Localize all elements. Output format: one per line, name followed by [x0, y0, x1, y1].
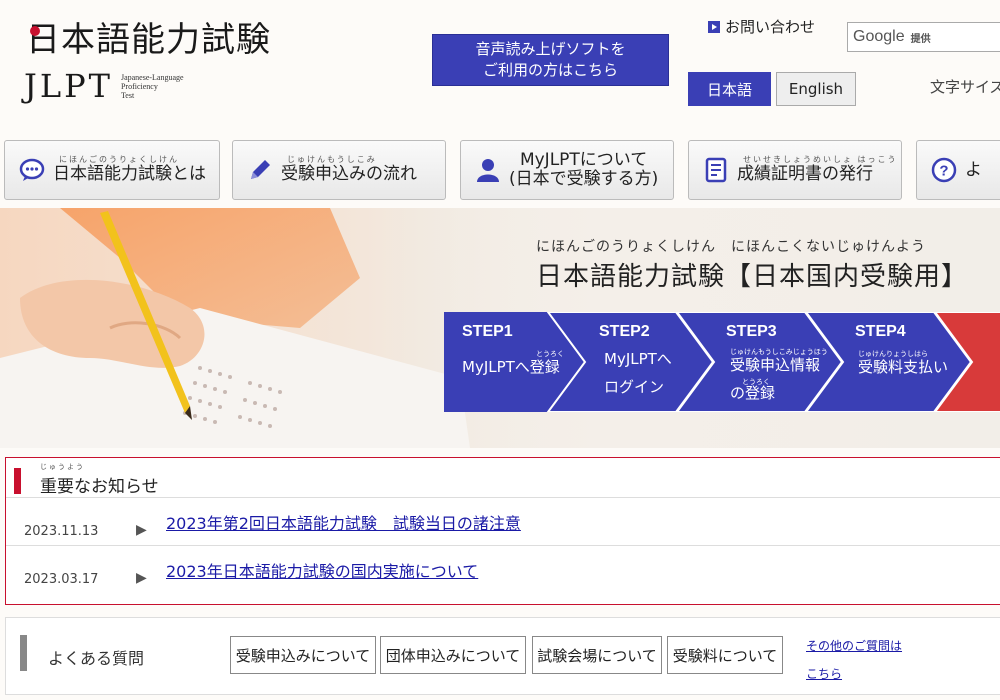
logo-title: 日本語能力試験: [26, 20, 271, 60]
nav-label-sub: (日本で受験する方): [509, 169, 659, 189]
site-logo[interactable]: 日本語能力試験 JLPT Japanese-Language Proficien…: [24, 12, 271, 105]
logo-red-dot: [30, 26, 40, 36]
tts-software-button[interactable]: 音声読み上げソフトを ご利用の方はこちら: [432, 34, 669, 86]
step-text: 受験申込情報: [730, 356, 820, 374]
notices-ruby: じゅうよう: [40, 463, 85, 471]
faq-application-button[interactable]: 受験申込みについて: [230, 636, 376, 674]
faq-more-line1: その他のご質問は: [806, 639, 903, 653]
step-ruby: じゅけんりょうしはら: [858, 350, 928, 358]
google-logo-text: Google: [853, 28, 905, 45]
notice-item: 2023.11.13 ▶ 2023年第2回日本語能力試験 試験当日の諸注意: [6, 498, 1000, 546]
application-steps: STEP1 とうろく MyJLPTへ登録 STEP2 MyJLPTへ ログイン …: [444, 312, 1000, 412]
step-ruby: とうろく: [536, 350, 564, 358]
step-text: MyJLPTへ: [604, 350, 672, 368]
notice-link[interactable]: 2023年日本語能力試験の国内実施について: [166, 558, 478, 582]
language-english-button[interactable]: English: [776, 72, 856, 106]
hero-ruby: にほんごのうりょくしけん にほんこくないじゅけんよう: [536, 239, 926, 255]
step-text: ログイン: [604, 378, 664, 396]
step-text: MyJLPTへ登録: [462, 358, 560, 376]
nav-faq[interactable]: ? よ: [916, 140, 1000, 200]
google-search-input[interactable]: Google 提供: [847, 22, 1000, 52]
faq-accent-bar: [20, 635, 27, 671]
logo-subtitle: Japanese-Language Proficiency Test: [121, 73, 184, 100]
language-japanese-button[interactable]: 日本語: [688, 72, 771, 106]
faq-venue-button[interactable]: 試験会場について: [532, 636, 662, 674]
person-icon: [477, 159, 499, 182]
logo-japanese-text: 日本語能力試験: [24, 12, 271, 61]
logo-sub-line: Test: [120, 90, 135, 100]
step-label: STEP4: [855, 323, 906, 340]
notice-item: 2023.03.17 ▶ 2023年日本語能力試験の国内実施について: [6, 546, 1000, 594]
header: 日本語能力試験 JLPT Japanese-Language Proficien…: [0, 0, 1000, 130]
step-ruby: じゅけんもうしこみじょうほう: [730, 348, 828, 356]
hero-banner: にほんごのうりょくしけん にほんこくないじゅけんよう 日本語能力試験【日本国内受…: [0, 208, 1000, 448]
step-text: 受験料支払い: [858, 358, 948, 376]
nav-label: よ: [965, 159, 982, 180]
notices-title: 重要なお知らせ: [40, 477, 159, 497]
nav-label: 受験申込みの流れ: [281, 164, 417, 185]
hero-title: 日本語能力試験【日本国内受験用】: [536, 262, 969, 292]
logo-sub-line: Japanese-Language: [120, 72, 184, 82]
speech-bubble-icon: [19, 158, 45, 181]
google-provided-label: 提供: [910, 33, 931, 45]
logo-sub-line: Proficiency: [120, 81, 158, 91]
nav-label: MyJLPTについて: [519, 150, 648, 171]
faq-title: よくある質問: [48, 649, 145, 668]
step-label: STEP3: [726, 323, 777, 340]
nav-label: 日本語能力試験とは: [53, 164, 206, 185]
notices-accent-bar: [14, 468, 21, 494]
notice-date: 2023.11.13: [24, 524, 99, 539]
play-square-icon: [708, 20, 720, 33]
notice-link[interactable]: 2023年第2回日本語能力試験 試験当日の諸注意: [166, 510, 521, 534]
contact-link[interactable]: お問い合わせ: [708, 16, 815, 37]
main-nav: にほんごのうりょくしけん 日本語能力試験とは じゅけんもうしこみ 受験申込みの流…: [0, 140, 1000, 202]
nav-about-jlpt[interactable]: にほんごのうりょくしけん 日本語能力試験とは: [4, 140, 220, 200]
document-icon: [705, 157, 727, 183]
pencil-icon: [251, 160, 270, 179]
nav-application-flow[interactable]: じゅけんもうしこみ 受験申込みの流れ: [232, 140, 446, 200]
faq-section: よくある質問 受験申込みについて 団体申込みについて 試験会場について 受験料に…: [5, 617, 1000, 695]
important-notices: じゅうよう 重要なお知らせ 2023.11.13 ▶ 2023年第2回日本語能力…: [5, 457, 1000, 605]
nav-certificate[interactable]: せいせきしょうめいしょ はっこう 成績証明書の発行: [688, 140, 902, 200]
step-text: の登録: [730, 384, 775, 402]
tts-line1: 音声読み上げソフトを: [475, 40, 626, 58]
step-label: STEP2: [599, 323, 650, 340]
faq-group-application-button[interactable]: 団体申込みについて: [380, 636, 526, 674]
nav-myjlpt[interactable]: MyJLPTについて (日本で受験する方): [460, 140, 674, 200]
play-arrow-icon: ▶: [136, 522, 147, 538]
svg-text:?: ?: [939, 163, 948, 180]
play-arrow-icon: ▶: [136, 570, 147, 586]
faq-other-questions-link[interactable]: その他のご質問は こちら: [806, 632, 902, 688]
nav-label: 成績証明書の発行: [737, 164, 873, 185]
tts-line2: ご利用の方はこちら: [482, 61, 618, 79]
faq-fee-button[interactable]: 受験料について: [667, 636, 783, 674]
notice-date: 2023.03.17: [24, 572, 99, 587]
font-size-label: 文字サイズ: [930, 78, 1000, 96]
faq-more-line2: こちら: [806, 667, 843, 681]
question-icon: ?: [931, 157, 957, 183]
hero-photo-writing-test: [0, 208, 520, 448]
notices-header: じゅうよう 重要なお知らせ: [6, 458, 1000, 498]
contact-label: お問い合わせ: [725, 18, 816, 36]
logo-jlpt: JLPT: [24, 67, 113, 105]
step-label: STEP1: [462, 323, 513, 340]
